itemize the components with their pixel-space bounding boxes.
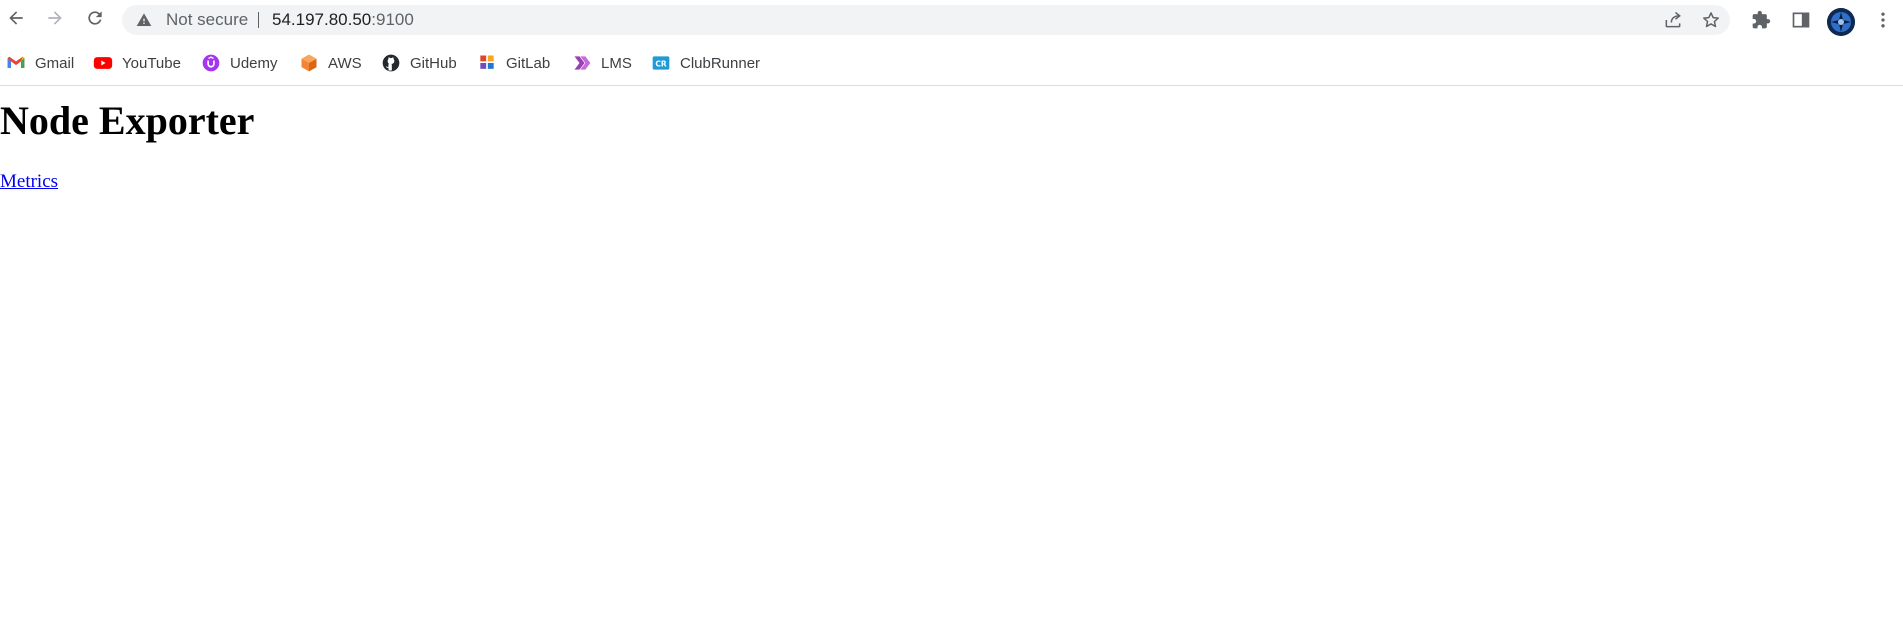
bookmark-udemy[interactable]: Udemy (201, 50, 278, 76)
bookmark-label: GitHub (410, 54, 457, 72)
page-title: Node Exporter (0, 98, 255, 143)
bookmark-label: Udemy (230, 54, 278, 72)
share-icon[interactable] (1663, 10, 1683, 30)
side-panel-icon[interactable] (1789, 8, 1813, 32)
back-button[interactable] (0, 4, 32, 36)
puzzle-icon[interactable] (1749, 8, 1773, 32)
bookmark-label: ClubRunner (680, 54, 761, 72)
browser-toolbar: Not secure 54.197.80.50:9100 (0, 0, 1903, 40)
metrics-link[interactable]: Metrics (0, 171, 58, 193)
address-bar[interactable]: Not secure 54.197.80.50:9100 (122, 5, 1730, 35)
omnibox-divider (258, 12, 259, 28)
bookmark-label: YouTube (122, 54, 181, 72)
url-port: :9100 (371, 10, 414, 29)
bookmark-label: GitLab (506, 54, 551, 72)
profile-avatar[interactable] (1827, 8, 1855, 36)
clubrunner-icon: CR (651, 53, 671, 73)
kebab-menu-icon[interactable] (1871, 8, 1895, 32)
svg-text:CR: CR (655, 59, 667, 68)
github-icon (381, 53, 401, 73)
page-content: Node Exporter Metrics (0, 87, 1903, 625)
bookmark-gitlab[interactable]: GitLab (477, 50, 550, 76)
reload-icon (85, 8, 105, 33)
bookmark-youtube[interactable]: YouTube (93, 50, 181, 76)
lms-icon (572, 53, 592, 73)
warning-icon[interactable] (136, 12, 152, 28)
forward-button[interactable] (39, 4, 71, 36)
youtube-icon (93, 53, 113, 73)
bookmark-clubrunner[interactable]: CR ClubRunner (651, 50, 760, 76)
bookmark-label: Gmail (35, 54, 75, 72)
gitlab-icon (477, 53, 497, 73)
gmail-icon (6, 53, 26, 73)
bookmark-gmail[interactable]: Gmail (6, 50, 74, 76)
reload-button[interactable] (79, 4, 111, 36)
bookmark-lms[interactable]: LMS (572, 50, 632, 76)
url-host: 54.197.80.50 (272, 10, 372, 29)
aws-icon (299, 53, 319, 73)
udemy-icon (201, 53, 221, 73)
bookmarks-bar: Gmail YouTube Udemy AWS GitHub GitLab LM… (0, 40, 1903, 86)
url-text[interactable]: 54.197.80.50:9100 (272, 5, 414, 35)
back-arrow-icon (6, 8, 26, 33)
star-icon[interactable] (1701, 10, 1721, 30)
security-status-label[interactable]: Not secure (166, 5, 248, 35)
forward-arrow-icon (45, 8, 65, 33)
bookmark-label: AWS (328, 54, 362, 72)
bookmark-aws[interactable]: AWS (299, 50, 362, 76)
bookmark-github[interactable]: GitHub (381, 50, 457, 76)
bookmark-label: LMS (601, 54, 632, 72)
